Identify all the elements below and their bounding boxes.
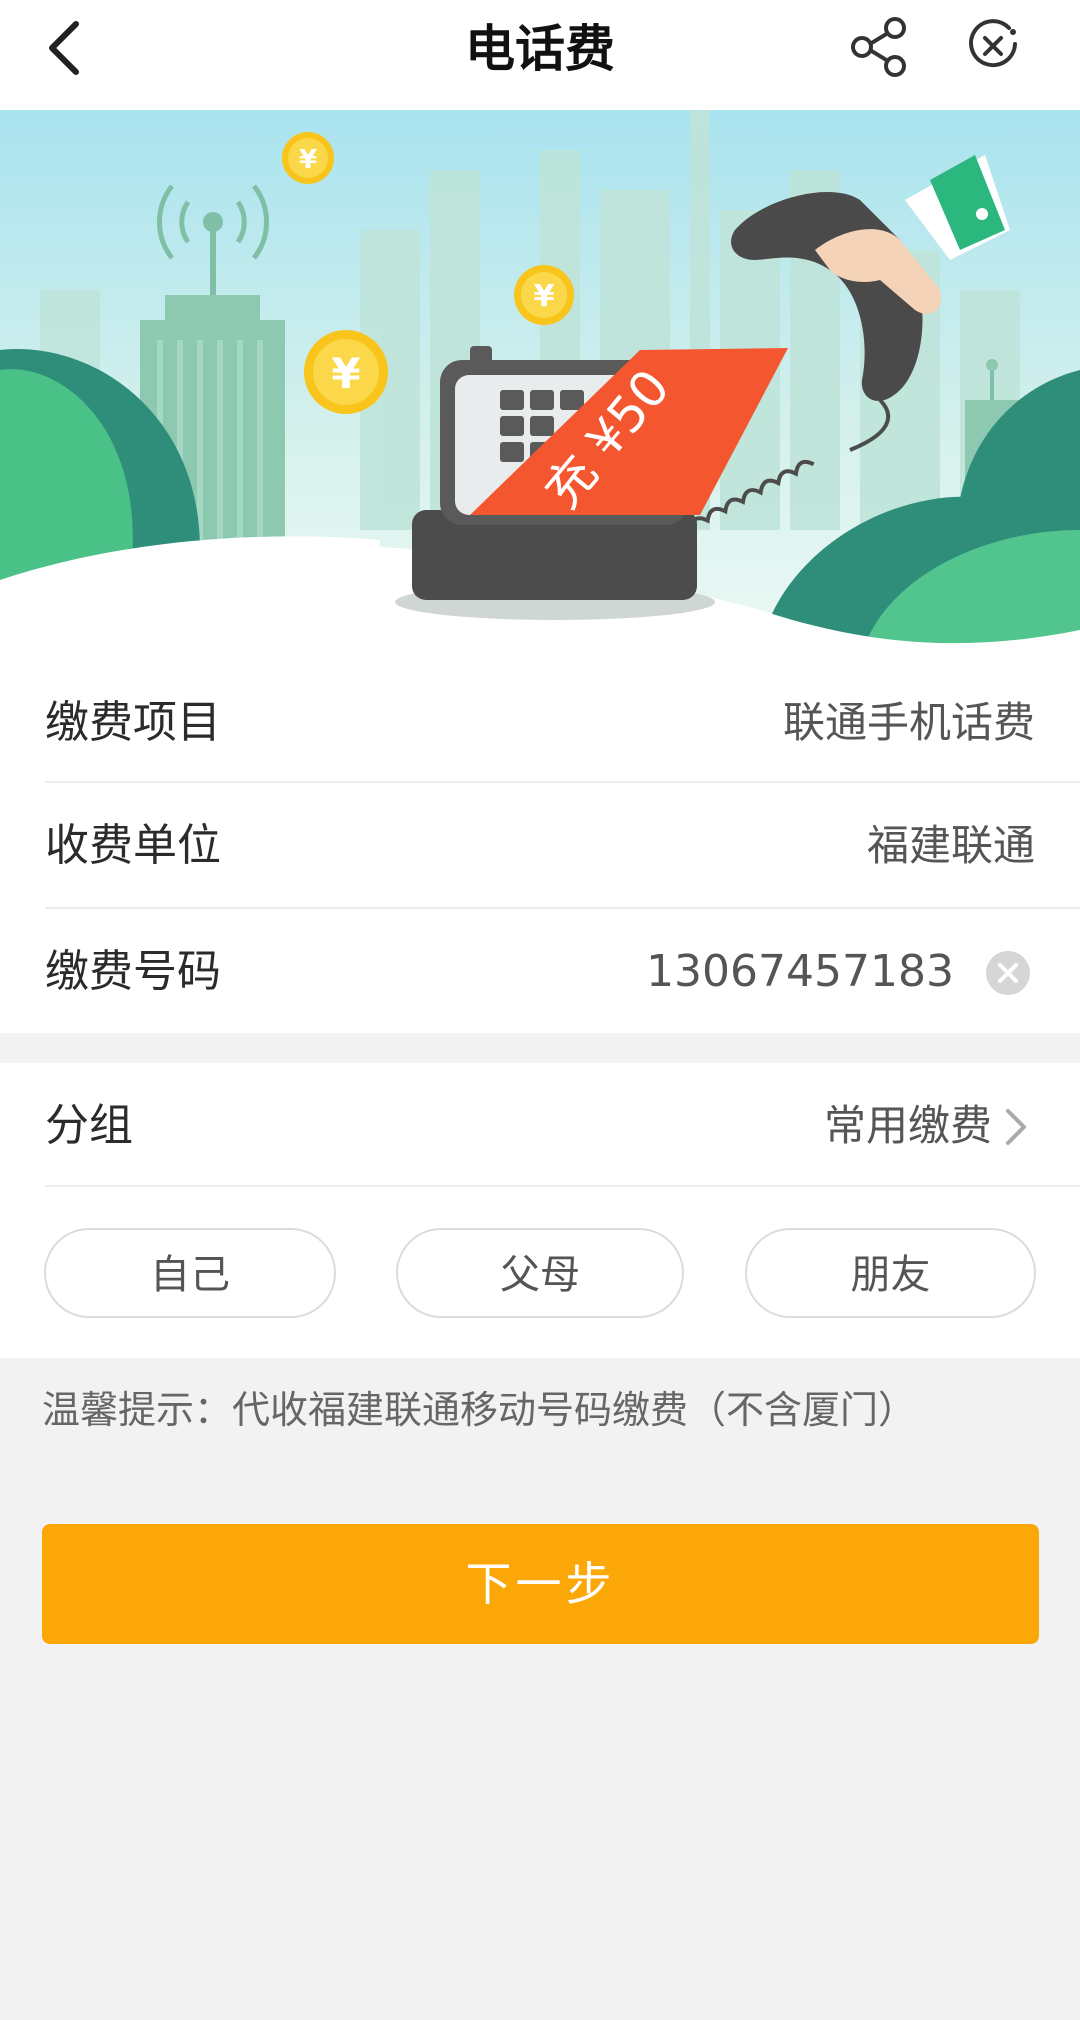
svg-text:¥: ¥ bbox=[534, 279, 555, 314]
svg-text:¥: ¥ bbox=[299, 145, 317, 175]
hero-banner: ¥ ¥ ¥ 充 ¥50 bbox=[0, 110, 1080, 660]
svg-text:¥: ¥ bbox=[331, 349, 360, 398]
group-value: 常用缴费 bbox=[823, 1101, 992, 1150]
banner-illustration: ¥ ¥ ¥ 充 ¥50 bbox=[0, 110, 1080, 660]
payment-number-row: 缴费号码 13067457183 bbox=[0, 909, 1080, 1035]
clear-input-icon[interactable] bbox=[986, 951, 1030, 995]
page-title: 电话费 bbox=[465, 20, 615, 78]
group-option-self[interactable]: 自己 bbox=[44, 1228, 336, 1318]
top-bar: 电话费 bbox=[0, 0, 1080, 110]
payment-item-label: 缴费项目 bbox=[45, 697, 221, 748]
next-step-button[interactable]: 下一步 bbox=[42, 1524, 1039, 1644]
group-label: 分组 bbox=[45, 1100, 133, 1151]
payment-info-card: 缴费项目 联通手机话费 收费单位 福建联通 缴费号码 13067457183 bbox=[0, 660, 1080, 1033]
payment-number-label: 缴费号码 bbox=[45, 946, 221, 997]
chevron-right-icon bbox=[1006, 1109, 1026, 1145]
payment-item-row: 缴费项目 联通手机话费 bbox=[0, 660, 1080, 786]
divider bbox=[45, 1185, 1080, 1187]
payment-number-input[interactable]: 13067457183 bbox=[646, 909, 954, 1035]
group-option-friends[interactable]: 朋友 bbox=[745, 1228, 1036, 1318]
close-circle-icon[interactable] bbox=[965, 18, 1021, 74]
share-icon[interactable] bbox=[848, 16, 910, 78]
payee-value: 福建联通 bbox=[866, 821, 1035, 870]
group-option-parents[interactable]: 父母 bbox=[396, 1228, 684, 1318]
group-row[interactable]: 分组 常用缴费 bbox=[0, 1063, 1080, 1189]
payee-label: 收费单位 bbox=[45, 820, 221, 871]
payee-row: 收费单位 福建联通 bbox=[0, 783, 1080, 909]
payment-item-value: 联通手机话费 bbox=[782, 698, 1035, 747]
reminder-text: 温馨提示：代收福建联通移动号码缴费（不含厦门） bbox=[42, 1388, 917, 1432]
